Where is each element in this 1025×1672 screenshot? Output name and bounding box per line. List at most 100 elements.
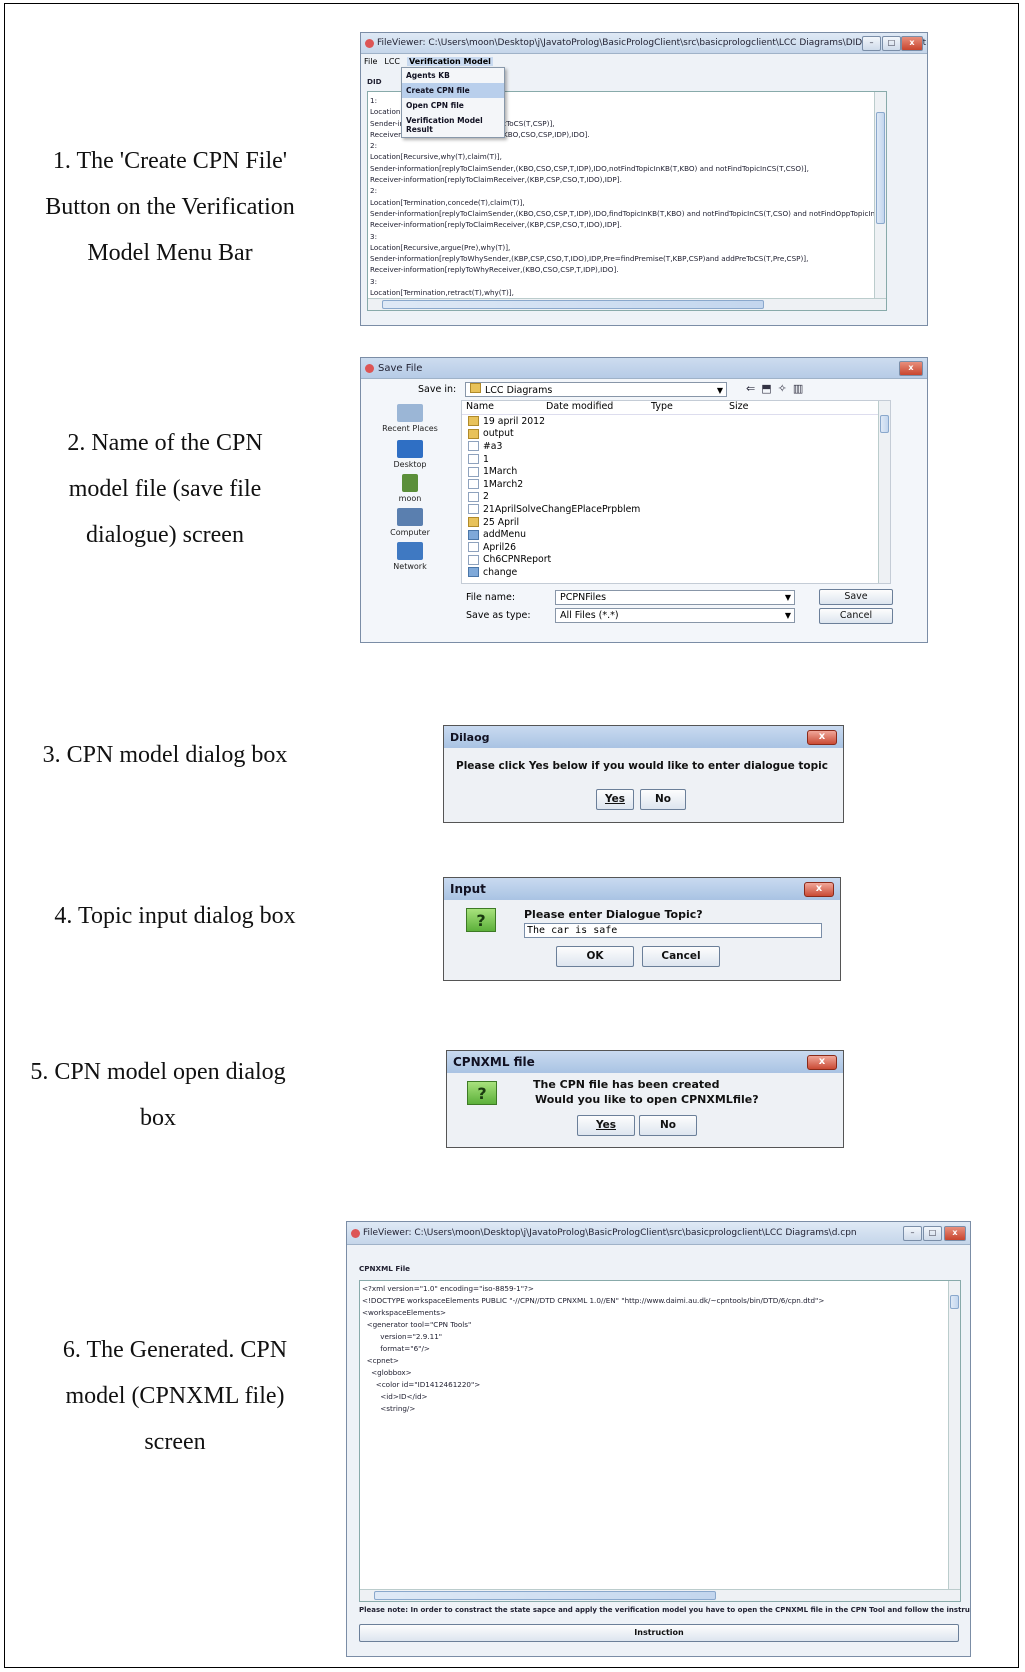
close-button[interactable]: x (899, 361, 923, 376)
column-type[interactable]: Type (651, 401, 729, 414)
column-size[interactable]: Size (729, 401, 789, 414)
cpnxml-text-line: <cpnet> (362, 1356, 399, 1365)
file-list-item[interactable]: 25 April (462, 516, 890, 529)
menu-verification-model[interactable]: Verification Model (407, 56, 493, 66)
dialog-title: Input (450, 882, 486, 896)
maximize-button[interactable]: □ (882, 36, 901, 51)
place-desktop[interactable]: Desktop (367, 440, 453, 469)
question-icon: ? (467, 1081, 497, 1105)
java-icon (351, 1228, 360, 1238)
vertical-scrollbar[interactable] (948, 1281, 960, 1601)
cpnxml-text-line: format="6"/> (362, 1344, 430, 1353)
file-list-item[interactable]: 1March (462, 465, 890, 478)
horizontal-scrollbar[interactable] (360, 1589, 960, 1601)
menu-item-verification-model-result[interactable]: Verification Model Result (402, 113, 504, 137)
file-list-item[interactable]: 1March2 (462, 478, 890, 491)
caption-4-line-1: 4. Topic input dialog box (54, 903, 296, 929)
file-list-item[interactable]: change (462, 566, 890, 579)
file-list-scrollbar[interactable] (878, 401, 890, 583)
close-button[interactable]: x (944, 1226, 966, 1241)
cancel-button[interactable]: Cancel (819, 608, 893, 624)
save-type-select[interactable]: All Files (*.*) ▼ (555, 608, 795, 623)
folder-icon (468, 428, 479, 439)
chevron-down-icon: ▼ (716, 386, 723, 395)
java-icon (365, 363, 374, 373)
file-list-item[interactable]: output (462, 428, 890, 441)
file-list-item[interactable]: 1 (462, 453, 890, 466)
menu-file[interactable]: File (364, 57, 377, 66)
file-name: April26 (483, 541, 517, 553)
menu-item-open-cpn-file[interactable]: Open CPN file (402, 98, 504, 113)
close-button[interactable]: x (807, 730, 837, 745)
yes-button[interactable]: Yes (596, 789, 634, 810)
menu-item-create-cpn-file[interactable]: Create CPN file (402, 83, 504, 98)
file-list-item[interactable]: 2 (462, 491, 890, 504)
cancel-button[interactable]: Cancel (642, 946, 720, 967)
column-name[interactable]: Name (462, 401, 546, 414)
caption-2: 2. Name of the CPN model file (save file… (30, 420, 300, 558)
folder-icon (470, 383, 481, 393)
topic-input-dialog: Input x ? Please enter Dialogue Topic? T… (443, 877, 841, 981)
save-button[interactable]: Save (819, 589, 893, 605)
file-list-item[interactable]: 21AprilSolveChangEPlacePrpblem (462, 503, 890, 516)
did-text-line: Location[Termination,concede(T),claim(T)… (370, 197, 525, 207)
close-button[interactable]: x (807, 1055, 837, 1070)
caption-5-line-1: 5. CPN model open dialog (30, 1059, 286, 1085)
place-moon[interactable]: moon (367, 474, 453, 503)
place-computer[interactable]: Computer (367, 508, 453, 537)
dialog-titlebar: CPNXML file x (447, 1051, 843, 1073)
file-icon (468, 491, 479, 502)
up-folder-icon[interactable]: ⬒ (761, 382, 777, 395)
vertical-scrollbar[interactable] (874, 92, 886, 310)
minimize-button[interactable]: – (903, 1226, 922, 1241)
cpnxml-text-area[interactable]: <?xml version="1.0" encoding="iso-8859-1… (359, 1280, 961, 1602)
new-folder-icon[interactable]: ✧ (778, 382, 793, 395)
file-icon (468, 479, 479, 490)
topic-input-value: The car is safe (527, 925, 618, 936)
place-recent[interactable]: Recent Places (367, 404, 453, 433)
topic-input[interactable]: The car is safe (524, 923, 822, 938)
minimize-button[interactable]: – (862, 36, 881, 51)
did-text-line: Receiver-information[replyToWhyReceiver,… (370, 265, 619, 275)
message-line-1: The CPN file has been created (533, 1078, 720, 1091)
did-label: DID (367, 77, 382, 86)
instruction-button[interactable]: Instruction (359, 1624, 959, 1642)
cpnxml-text-line: <generator tool="CPN Tools" (362, 1320, 472, 1329)
file-list-item[interactable]: 19 april 2012 (462, 415, 890, 428)
file-list-item[interactable]: #a3 (462, 440, 890, 453)
yes-button[interactable]: Yes (577, 1115, 635, 1136)
no-button[interactable]: No (639, 1115, 697, 1136)
chevron-down-icon: ▼ (784, 611, 791, 620)
file-list-item[interactable]: addMenu (462, 528, 890, 541)
close-button[interactable]: x (901, 36, 923, 51)
message-line-2: Would you like to open CPNXMLfile? (535, 1093, 759, 1106)
menu-item-agents-kb[interactable]: Agents KB (402, 68, 504, 83)
file-list-item[interactable]: April26 (462, 541, 890, 554)
file-icon (468, 504, 479, 515)
cpnxml-text-line: version="2.9.11" (362, 1332, 443, 1341)
verification-model-dropdown: Agents KB Create CPN file Open CPN file … (401, 67, 505, 138)
column-date-modified[interactable]: Date modified (546, 401, 651, 414)
save-file-titlebar: Save File (361, 358, 927, 379)
fileviewer-titlebar: FileViewer: C:\Users\moon\Desktop\j\Java… (361, 33, 927, 54)
horizontal-scrollbar[interactable] (368, 298, 886, 310)
no-button[interactable]: No (640, 789, 686, 810)
did-text-line: Location[Termination,retract(T),why(T)], (370, 288, 514, 298)
ok-button[interactable]: OK (556, 946, 634, 967)
caption-5-line-2: box (140, 1105, 176, 1131)
caption-6-line-1: 6. The Generated. CPN (62, 1337, 288, 1363)
back-arrow-icon[interactable]: ⇐ (746, 382, 761, 395)
place-network[interactable]: Network (367, 542, 453, 571)
maximize-button[interactable]: □ (923, 1226, 942, 1241)
java-icon (365, 38, 374, 48)
file-name-input[interactable]: PCPNFiles ▼ (555, 590, 795, 605)
file-name: 25 April (483, 516, 520, 528)
place-label: Computer (390, 528, 430, 537)
file-list[interactable]: Name Date modified Type Size 19 april 20… (461, 400, 891, 584)
did-text-line: Sender-information[replyToClaimSender,(K… (370, 208, 885, 218)
save-in-select[interactable]: LCC Diagrams ▼ (465, 382, 727, 397)
file-list-item[interactable]: Ch6CPNReport (462, 554, 890, 567)
close-button[interactable]: x (804, 882, 834, 897)
menu-lcc[interactable]: LCC (384, 57, 400, 66)
view-menu-icon[interactable]: ▥ (793, 382, 809, 395)
